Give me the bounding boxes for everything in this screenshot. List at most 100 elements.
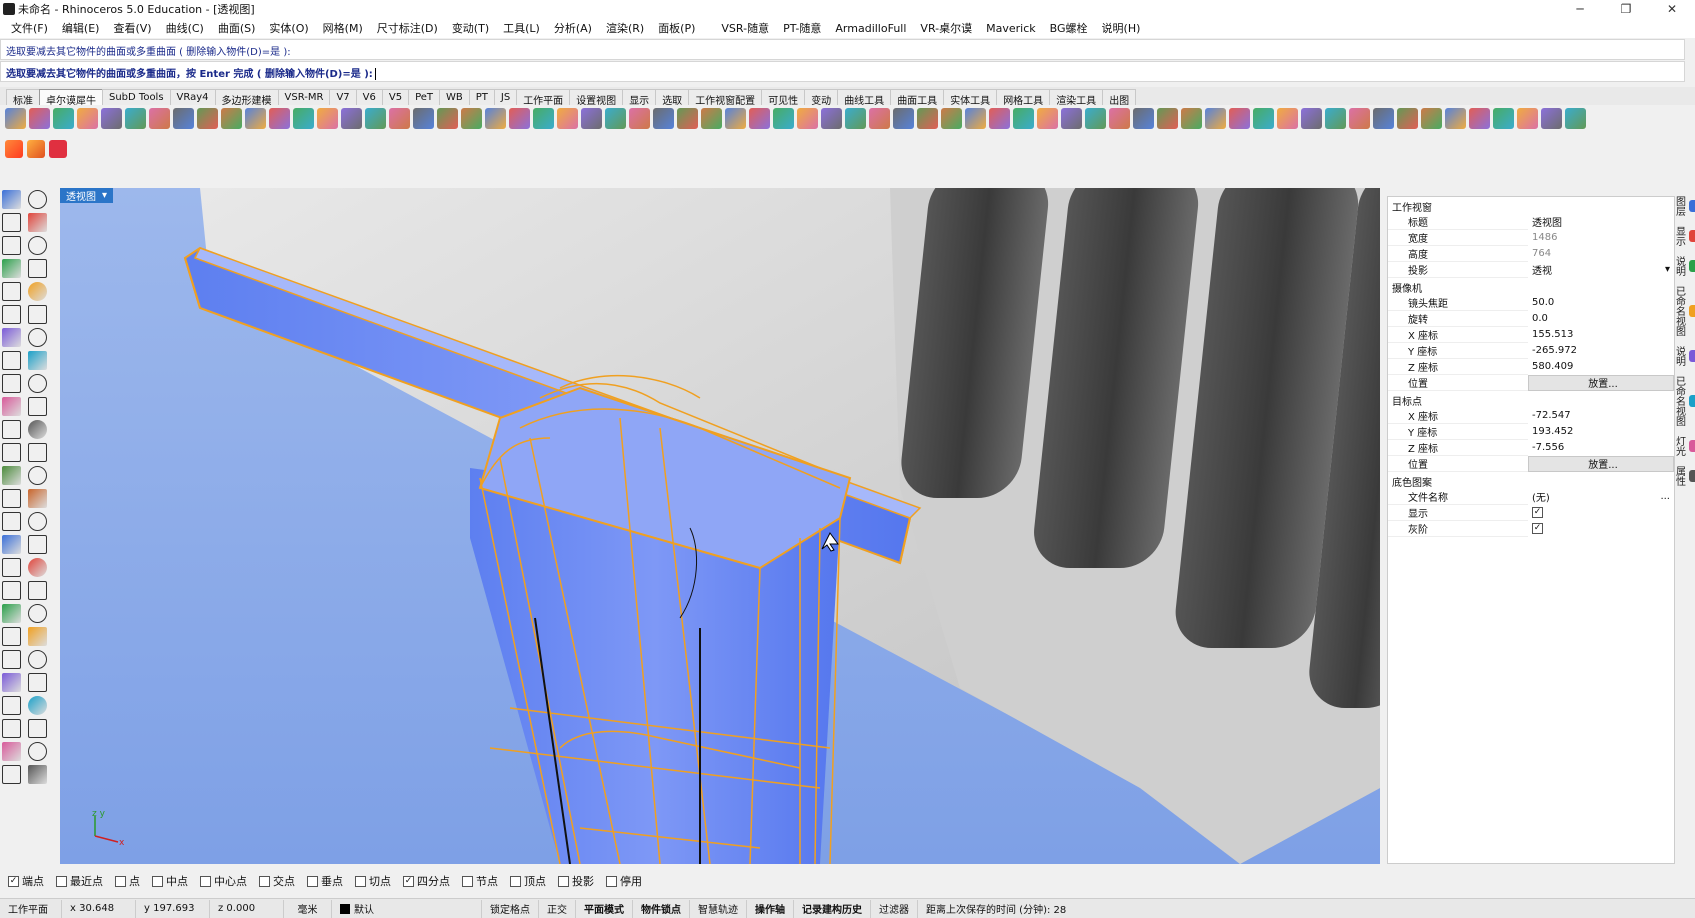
toolbar-tab[interactable]: 曲面工具 [890,89,945,107]
status-gumball[interactable]: 操作轴 [747,899,794,918]
toolbar-tab[interactable]: 标准 [6,89,40,107]
osnap-option[interactable]: 停用 [606,873,642,889]
status-cplane[interactable]: 工作平面 [0,899,62,918]
toolbar-tool-icon[interactable] [1229,107,1250,129]
toolbar-tool-icon[interactable] [221,107,242,129]
toolbar-tool-icon[interactable] [869,107,890,129]
osnap-option[interactable]: 顶点 [510,873,546,889]
camera-y-field[interactable]: -265.972 [1528,342,1674,359]
toolbar-tab[interactable]: V7 [329,89,357,105]
right-panel-tab[interactable]: 图层 [1672,196,1695,216]
toolbar-tab[interactable]: 渲染工具 [1049,89,1104,107]
right-panel-tab[interactable]: 属性 [1672,466,1695,486]
osnap-option[interactable]: 投影 [558,873,594,889]
toolbar-tool-icon[interactable] [485,107,506,129]
toolbar-tool-icon[interactable] [1445,107,1466,129]
toolbar-tool-icon[interactable] [1565,107,1586,129]
menu-item[interactable]: Maverick [979,22,1043,35]
status-ortho[interactable]: 正交 [539,899,576,918]
toolbar-tool-icon[interactable] [1253,107,1274,129]
left-tool-icon[interactable] [2,581,21,600]
left-tool-icon[interactable] [2,351,21,370]
status-smarttrack[interactable]: 智慧轨迹 [690,899,747,918]
toolbar-tab[interactable]: 可见性 [761,89,806,107]
toolbar-tab[interactable]: VRay4 [169,89,216,105]
menu-item[interactable]: VR-桌尔谟 [913,20,979,36]
left-tool-icon[interactable] [2,259,21,278]
camera-place-button[interactable]: 放置... [1528,374,1674,391]
close-button[interactable]: ✕ [1649,0,1695,18]
toolbar-tab[interactable]: 实体工具 [943,89,998,107]
toolbar-tool-icon[interactable] [317,107,338,129]
toolbar-tool-icon[interactable] [533,107,554,129]
focal-field[interactable]: 50.0 [1528,294,1674,311]
projection-select[interactable]: 透视 ▾ [1528,261,1674,278]
toolbar-tab[interactable]: 卓尔谟犀牛 [39,89,103,107]
toolbar-tool-icon[interactable] [1133,107,1154,129]
left-tool-icon[interactable] [28,282,47,301]
osnap-checkbox[interactable] [56,875,67,887]
osnap-option[interactable]: ✓ 端点 [8,873,44,889]
left-tool-icon[interactable] [2,765,21,784]
left-tool-icon[interactable] [28,374,47,393]
menu-item[interactable]: VSR-随意 [714,20,776,36]
title-field[interactable]: 透视图 [1528,213,1674,230]
left-tool-icon[interactable] [2,696,21,715]
menu-item[interactable]: PT-随意 [776,20,828,36]
viewport-title-tab[interactable]: 透视图 ▾ [60,188,114,203]
toolbar-tab[interactable]: 工作平面 [516,89,571,107]
menu-item[interactable]: 文件(F) [4,20,55,36]
left-tool-icon[interactable] [28,581,47,600]
toolbar-tool-icon[interactable] [1109,107,1130,129]
status-layer[interactable]: 默认 [332,899,482,918]
right-panel-tab[interactable]: 说明 [1672,346,1695,366]
viewport-menu-arrow-icon[interactable]: ▾ [102,190,107,201]
osnap-checkbox[interactable] [355,875,366,887]
toolbar-tool-icon[interactable] [965,107,986,129]
toolbar-tool-icon[interactable] [1421,107,1442,129]
toolbar-tool-icon[interactable] [1517,107,1538,129]
menu-item[interactable]: ArmadilloFull [828,22,913,35]
left-tool-icon[interactable] [28,512,47,531]
toolbar-tool-icon[interactable] [341,107,362,129]
osnap-option[interactable]: 中点 [152,873,188,889]
toolbar-tool-icon[interactable] [269,107,290,129]
toolbar-tab[interactable]: 网格工具 [996,89,1051,107]
toolbar-tab[interactable]: PT [468,89,495,105]
toolbar-tool-icon[interactable] [1037,107,1058,129]
left-tool-icon[interactable] [28,719,47,738]
toolbar-tool-icon[interactable] [893,107,914,129]
osnap-option[interactable]: 交点 [259,873,295,889]
toolbar-tool-icon[interactable] [557,107,578,129]
toolbar-tab[interactable]: 工作视窗配置 [688,89,763,107]
toolbar-tool-icon[interactable] [1373,107,1394,129]
menu-item[interactable]: 曲线(C) [159,20,211,36]
toolbar-tool-icon[interactable] [1157,107,1178,129]
toolbar-tab[interactable]: 设置视图 [569,89,624,107]
left-tool-icon[interactable] [28,305,47,324]
left-tool-icon[interactable] [2,512,21,531]
browse-button[interactable]: ... [1660,491,1674,502]
left-tool-icon[interactable] [2,466,21,485]
toolbar-tool-icon[interactable] [1493,107,1514,129]
toolbar-tool-icon[interactable] [1469,107,1490,129]
right-panel-tab[interactable]: 已命名视图 [1672,286,1695,336]
file-field[interactable]: (无)... [1528,488,1674,505]
menu-item[interactable]: 网格(M) [316,20,370,36]
left-tool-icon[interactable] [2,558,21,577]
status-grid-snap[interactable]: 锁定格点 [482,899,539,918]
toolbar-tool-icon[interactable] [821,107,842,129]
toolbar-tool-icon[interactable] [1013,107,1034,129]
menu-item[interactable]: 编辑(E) [55,20,107,36]
osnap-checkbox[interactable] [307,875,318,887]
perspective-viewport[interactable] [60,188,1380,864]
left-tool-icon[interactable] [28,650,47,669]
osnap-checkbox[interactable] [510,875,521,887]
left-tool-icon[interactable] [28,489,47,508]
left-tool-icon[interactable] [28,259,47,278]
toolbar-tool-icon[interactable] [917,107,938,129]
menu-item[interactable]: 尺寸标注(D) [370,20,445,36]
toolbar-tool-icon[interactable] [53,107,74,129]
left-tool-icon[interactable] [28,190,47,209]
camera-x-field[interactable]: 155.513 [1528,326,1674,343]
